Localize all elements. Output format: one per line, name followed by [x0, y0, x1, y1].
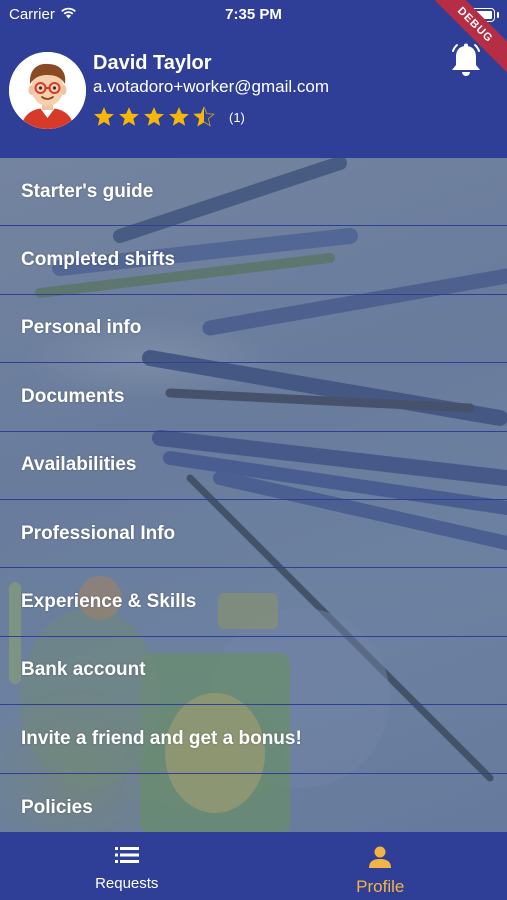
menu-item-label: Bank account — [21, 659, 146, 681]
tab-requests-label: Requests — [95, 875, 159, 892]
menu-item-label: Availabilities — [21, 454, 137, 476]
star-icon — [144, 107, 164, 126]
menu-item-label: Personal info — [21, 317, 142, 339]
user-email: a.votadoro+worker@gmail.com — [93, 77, 329, 96]
menu-item-label: Experience & Skills — [21, 591, 197, 613]
bottom-tab-bar: Requests Profile — [0, 832, 507, 900]
menu-item-label: Starter's guide — [21, 180, 154, 202]
menu-item-bank-account[interactable]: Bank account — [0, 637, 507, 706]
menu-item-starters-guide[interactable]: Starter's guide — [0, 158, 507, 227]
menu-item-personal-info[interactable]: Personal info — [0, 295, 507, 364]
status-bar: Carrier 7:35 PM — [0, 0, 507, 30]
avatar[interactable] — [9, 52, 86, 129]
tab-requests[interactable]: Requests — [0, 832, 254, 900]
menu-item-label: Policies — [21, 796, 93, 818]
menu-item-completed-shifts[interactable]: Completed shifts — [0, 226, 507, 295]
star-icon — [169, 107, 189, 126]
rating-stars — [93, 106, 215, 128]
bell-icon[interactable] — [449, 42, 483, 83]
tab-profile-label: Profile — [356, 877, 405, 896]
profile-header: David Taylor a.votadoro+worker@gmail.com… — [0, 30, 507, 158]
rating: (1) — [93, 106, 245, 128]
star-icon — [94, 107, 114, 126]
tab-profile[interactable]: Profile — [254, 832, 507, 900]
clock: 7:35 PM — [225, 6, 282, 23]
menu-item-availabilities[interactable]: Availabilities — [0, 432, 507, 500]
menu-item-label: Professional Info — [21, 522, 176, 544]
person-icon — [369, 846, 392, 873]
menu-item-documents[interactable]: Documents — [0, 363, 507, 432]
avatar-illustration — [9, 52, 86, 129]
menu-item-policies[interactable]: Policies — [0, 774, 507, 832]
menu-item-label: Completed shifts — [21, 249, 176, 271]
menu-item-experience-skills[interactable]: Experience & Skills — [0, 568, 507, 637]
menu-item-invite-friend[interactable]: Invite a friend and get a bonus! — [0, 705, 507, 774]
menu-item-label: Documents — [21, 385, 125, 407]
star-icon — [119, 107, 139, 126]
star-icon — [193, 106, 215, 127]
list-icon — [114, 846, 139, 869]
menu-item-label: Invite a friend and get a bonus! — [21, 727, 302, 749]
user-name: David Taylor — [93, 52, 212, 74]
profile-menu: Starter's guide Completed shifts Persona… — [0, 158, 507, 832]
menu-item-professional-info[interactable]: Professional Info — [0, 500, 507, 569]
rating-count: (1) — [229, 109, 245, 125]
menu-list: Starter's guide Completed shifts Persona… — [0, 158, 507, 832]
